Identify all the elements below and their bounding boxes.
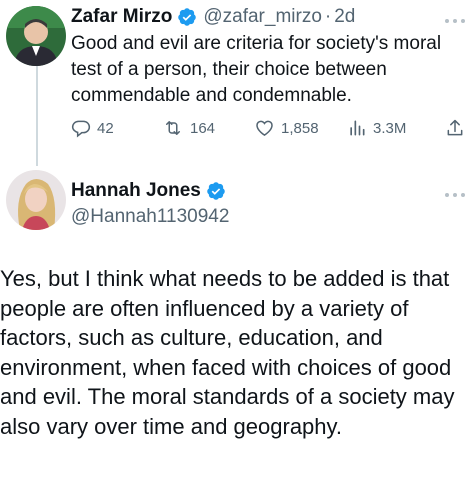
tweet-header: Zafar Mirzo @zafar_mirzo · 2d (71, 4, 355, 30)
reply-icon (71, 120, 91, 138)
reply-count: 42 (97, 119, 114, 137)
time-separator: · (324, 6, 332, 27)
reply-button[interactable]: 42 (71, 115, 114, 141)
retweet-count: 164 (190, 119, 216, 137)
views-button[interactable]: 3.3M (347, 115, 406, 141)
avatar-man-icon (6, 6, 66, 66)
views-count: 3.3M (373, 119, 407, 137)
author-handle[interactable]: @zafar_mirzo (203, 6, 322, 28)
reply-author-handle[interactable]: @Hannah1130942 (71, 206, 229, 228)
views-chart-icon (350, 120, 365, 136)
like-button[interactable]: 1,858 (254, 115, 319, 141)
tweet-text: Good and evil are criteria for society's… (71, 33, 442, 106)
more-options-icon[interactable] (444, 12, 466, 23)
reply-text: Yes, but I think what needs to be added … (0, 266, 455, 439)
avatar-zafar[interactable] (6, 6, 66, 66)
retweet-icon (166, 121, 180, 135)
author-name[interactable]: Zafar Mirzo (71, 6, 172, 28)
tweet-actions: 42 164 1,858 3.3M (71, 115, 471, 141)
heart-icon (256, 120, 273, 136)
verified-badge-icon (206, 181, 226, 201)
like-count: 1,858 (281, 119, 319, 137)
share-icon (447, 119, 463, 136)
retweet-button[interactable]: 164 (162, 115, 215, 141)
verified-badge-icon (177, 7, 197, 27)
avatar-woman-icon (6, 170, 66, 230)
thread-connector-line (36, 60, 38, 166)
avatar-hannah[interactable] (6, 170, 66, 230)
more-options-icon[interactable] (444, 186, 466, 197)
reply-author-name[interactable]: Hannah Jones (71, 180, 201, 202)
share-button[interactable] (445, 115, 465, 141)
tweet-timestamp[interactable]: 2d (334, 6, 355, 28)
reply-header: Hannah Jones (71, 178, 226, 204)
